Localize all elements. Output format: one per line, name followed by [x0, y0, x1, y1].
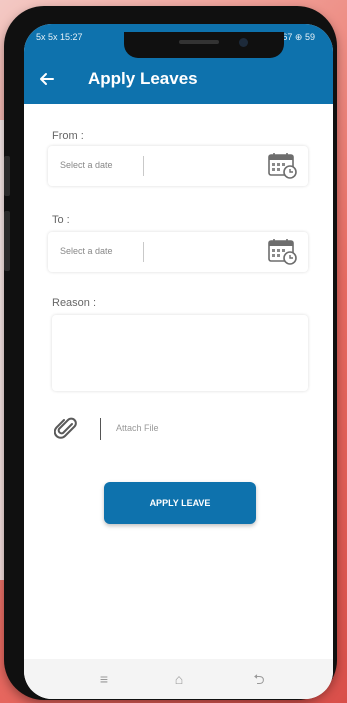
from-date-placeholder: Select a date [60, 160, 113, 170]
menu-nav-icon[interactable]: ≡ [94, 669, 114, 689]
speaker [179, 40, 219, 44]
apply-leave-button[interactable]: APPLY LEAVE [104, 482, 256, 524]
system-nav-bar: ≡ ⌂ ⮌ [24, 659, 333, 699]
volume-button-2 [4, 211, 10, 271]
back-button[interactable] [38, 70, 56, 91]
calendar-icon[interactable] [268, 238, 298, 266]
to-date-field[interactable]: Select a date [48, 232, 308, 272]
reason-label: Reason : [52, 297, 97, 309]
phone-frame: 5x 5x 15:27 67 ⊕ 59 Apply Leaves From : … [4, 6, 337, 700]
to-label: To : [52, 214, 70, 226]
paperclip-icon [54, 417, 77, 439]
page-title: Apply Leaves [88, 69, 198, 88]
field-divider [143, 242, 144, 262]
from-date-field[interactable]: Select a date [48, 146, 308, 186]
arrow-left-icon [40, 73, 54, 85]
calendar-icon[interactable] [268, 152, 298, 180]
app-screen: 5x 5x 15:27 67 ⊕ 59 Apply Leaves From : … [24, 24, 333, 699]
status-bar-left: 5x 5x 15:27 [36, 32, 83, 42]
back-nav-icon[interactable]: ⮌ [249, 669, 269, 689]
attach-file-label: Attach File [116, 423, 159, 433]
phone-notch [124, 32, 284, 58]
attach-divider [100, 418, 101, 440]
status-bar-right: 67 ⊕ 59 [282, 32, 315, 42]
reason-textarea[interactable] [52, 315, 308, 391]
attach-file-row[interactable]: Attach File [54, 416, 254, 442]
front-camera [239, 38, 248, 47]
field-divider [143, 156, 144, 176]
home-nav-icon[interactable]: ⌂ [169, 669, 189, 689]
to-date-placeholder: Select a date [60, 246, 113, 256]
from-label: From : [52, 130, 84, 142]
volume-button [4, 156, 10, 196]
